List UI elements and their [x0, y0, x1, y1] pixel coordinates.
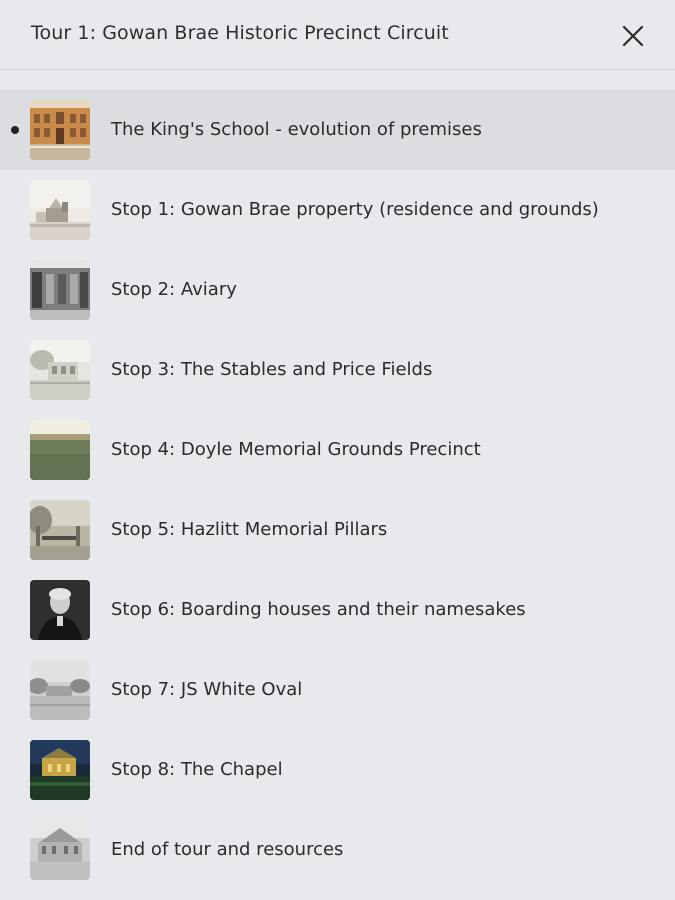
portrait-photo-icon — [30, 580, 90, 640]
stop-label: Stop 1: Gowan Brae property (residence a… — [111, 199, 599, 220]
brick-building-photo-icon — [30, 100, 90, 160]
stop-label: Stop 2: Aviary — [111, 279, 237, 300]
close-icon — [622, 25, 644, 47]
stop-list: The King's School - evolution of premise… — [0, 90, 675, 890]
historic-residence-photo-icon — [30, 180, 90, 240]
stop-item-4[interactable]: Stop 4: Doyle Memorial Grounds Precinct — [0, 410, 675, 490]
memorial-pillars-photo-icon — [30, 500, 90, 560]
stop-label: Stop 6: Boarding houses and their namesa… — [111, 599, 526, 620]
stop-item-6[interactable]: Stop 6: Boarding houses and their namesa… — [0, 570, 675, 650]
stop-item-kings-school[interactable]: The King's School - evolution of premise… — [0, 90, 675, 170]
stop-thumbnail — [30, 580, 90, 640]
tour-header: Tour 1: Gowan Brae Historic Precinct Cir… — [0, 0, 675, 70]
stop-label: Stop 8: The Chapel — [111, 759, 283, 780]
stop-label: The King's School - evolution of premise… — [111, 119, 482, 140]
stop-thumbnail — [30, 420, 90, 480]
stop-item-2[interactable]: Stop 2: Aviary — [0, 250, 675, 330]
stop-item-5[interactable]: Stop 5: Hazlitt Memorial Pillars — [0, 490, 675, 570]
sports-field-photo-icon — [30, 420, 90, 480]
chapel-night-photo-icon — [30, 740, 90, 800]
stop-label: Stop 7: JS White Oval — [111, 679, 303, 700]
stop-thumbnail — [30, 500, 90, 560]
stop-label: Stop 5: Hazlitt Memorial Pillars — [111, 519, 388, 540]
current-stop-indicator — [11, 126, 19, 134]
stop-item-end[interactable]: End of tour and resources — [0, 810, 675, 890]
stop-thumbnail — [30, 100, 90, 160]
archive-building-photo-icon — [30, 820, 90, 880]
close-button[interactable] — [617, 20, 649, 52]
aviary-photo-icon — [30, 260, 90, 320]
stop-thumbnail — [30, 820, 90, 880]
oval-photo-icon — [30, 660, 90, 720]
stop-thumbnail — [30, 260, 90, 320]
stop-thumbnail — [30, 660, 90, 720]
tour-title: Tour 1: Gowan Brae Historic Precinct Cir… — [31, 22, 449, 44]
stop-thumbnail — [30, 180, 90, 240]
stables-photo-icon — [30, 340, 90, 400]
stop-label: Stop 3: The Stables and Price Fields — [111, 359, 433, 380]
stop-label: Stop 4: Doyle Memorial Grounds Precinct — [111, 439, 481, 460]
stop-thumbnail — [30, 740, 90, 800]
stop-item-7[interactable]: Stop 7: JS White Oval — [0, 650, 675, 730]
stop-item-3[interactable]: Stop 3: The Stables and Price Fields — [0, 330, 675, 410]
stop-label: End of tour and resources — [111, 839, 344, 860]
stop-item-8[interactable]: Stop 8: The Chapel — [0, 730, 675, 810]
stop-item-1[interactable]: Stop 1: Gowan Brae property (residence a… — [0, 170, 675, 250]
stop-thumbnail — [30, 340, 90, 400]
